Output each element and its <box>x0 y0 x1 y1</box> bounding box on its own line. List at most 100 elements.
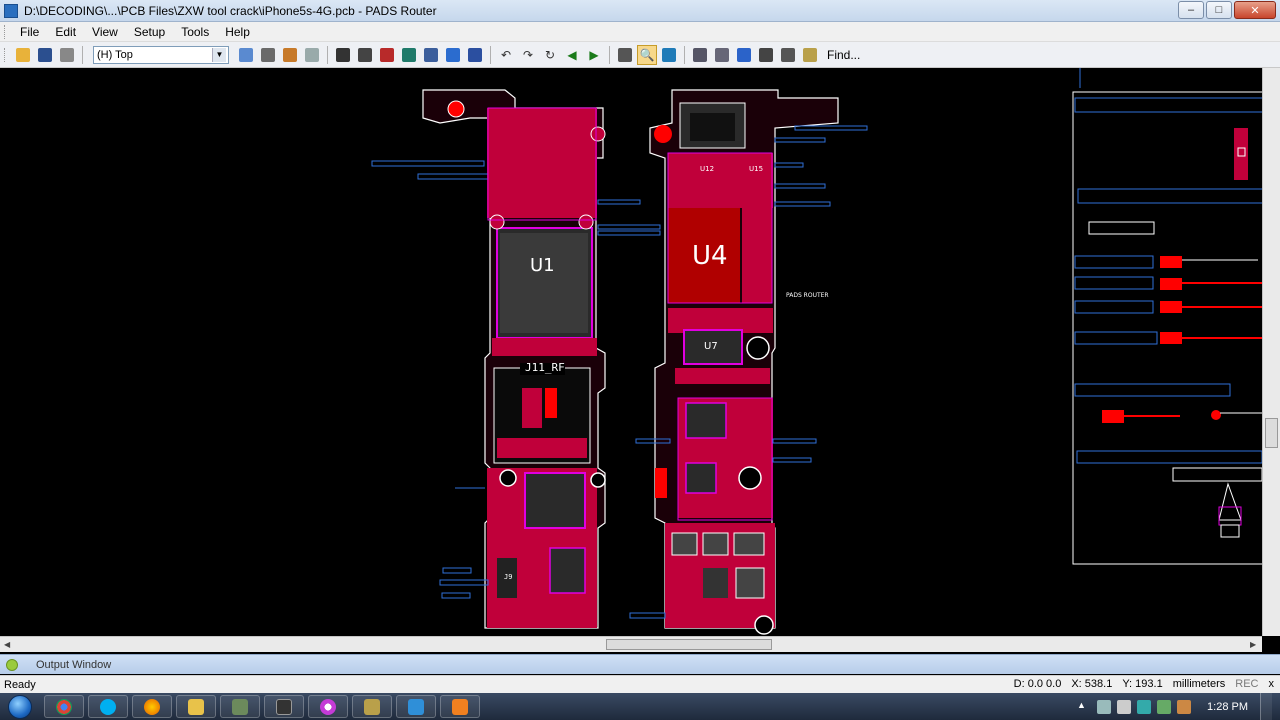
rules-icon <box>380 47 394 62</box>
monitor-icon <box>232 698 248 715</box>
app-icon-orange <box>452 698 468 715</box>
pcb-canvas[interactable]: J11_RF U1 J9 U4 U7 U12 U15 PADS ROUTER <box>0 68 1262 636</box>
pan-button[interactable] <box>734 45 754 65</box>
label-u7: U7 <box>704 341 718 352</box>
taskbar-skype[interactable] <box>88 695 128 718</box>
redraw-icon: ↻ <box>544 47 556 62</box>
tray-app-icon-3[interactable] <box>1177 699 1192 714</box>
label-u15: U15 <box>749 165 763 173</box>
taskbar-chrome[interactable] <box>44 695 84 718</box>
taskbar-zxw[interactable] <box>264 695 304 718</box>
measure-icon <box>618 47 632 62</box>
autoroute-button[interactable] <box>443 45 463 65</box>
close-button[interactable]: ✕ <box>1234 1 1276 19</box>
start-button[interactable] <box>0 693 40 720</box>
extents-button[interactable] <box>712 45 732 65</box>
save-button[interactable] <box>35 45 55 65</box>
volume-icon[interactable] <box>1117 699 1132 714</box>
scroll-right-arrow-icon[interactable]: ▶ <box>1250 640 1256 649</box>
split-view-button[interactable] <box>778 45 798 65</box>
select-button[interactable] <box>333 45 353 65</box>
menu-setup[interactable]: Setup <box>126 25 173 39</box>
menu-file[interactable]: File <box>12 25 47 39</box>
pads-layout-button[interactable] <box>800 45 820 65</box>
split-view-icon <box>781 47 795 62</box>
status-x: X: 538.1 <box>1071 678 1113 690</box>
autoroute-icon <box>446 47 460 62</box>
select-filter-button[interactable] <box>355 45 375 65</box>
show-desktop-button[interactable] <box>1260 693 1272 720</box>
analyze-button[interactable] <box>465 45 485 65</box>
minimize-button[interactable]: – <box>1178 1 1204 19</box>
status-delta: D: 0.0 0.0 <box>1013 678 1062 690</box>
vertical-scrollbar[interactable] <box>1262 68 1280 636</box>
taskbar-firefox[interactable] <box>132 695 172 718</box>
pads-icon <box>803 47 817 62</box>
taskbar-app-1[interactable] <box>220 695 260 718</box>
horizontal-scrollbar[interactable]: ◀ ▶ <box>0 636 1262 652</box>
open-button[interactable] <box>13 45 33 65</box>
status-units: millimeters <box>1172 678 1226 690</box>
measure-button[interactable] <box>615 45 635 65</box>
refresh-icon <box>305 47 319 62</box>
board-left: J11_RF U1 J9 <box>422 89 606 629</box>
find-button[interactable]: Find... <box>827 48 860 62</box>
zoom-window-icon <box>662 47 676 62</box>
window-button[interactable] <box>756 45 776 65</box>
redraw-button[interactable]: ↻ <box>540 45 560 65</box>
menu-help[interactable]: Help <box>217 25 258 39</box>
taskbar-app-2[interactable] <box>396 695 436 718</box>
redo-button[interactable]: ↷ <box>518 45 538 65</box>
windows-taskbar: ▲ 1:28 PM <box>0 693 1280 720</box>
output-window-label[interactable]: Output Window <box>36 659 111 671</box>
layer-select[interactable]: (H) Top ▼ <box>93 45 229 64</box>
menu-edit[interactable]: Edit <box>47 25 84 39</box>
menu-tools[interactable]: Tools <box>173 25 217 39</box>
maximize-button[interactable]: □ <box>1206 1 1232 19</box>
zoom-button[interactable]: 🔍 <box>637 44 657 65</box>
undo-button[interactable]: ↶ <box>496 45 516 65</box>
properties-button[interactable] <box>258 45 278 65</box>
output-window-bar[interactable]: Output Window <box>0 654 1280 674</box>
music-icon <box>320 698 336 715</box>
horizontal-scroll-thumb[interactable] <box>606 639 772 650</box>
chevron-down-icon: ▼ <box>212 47 226 62</box>
taskbar-explorer[interactable] <box>176 695 216 718</box>
redo-icon: ↷ <box>522 47 534 62</box>
taskbar-pads[interactable] <box>352 695 392 718</box>
verify-button[interactable] <box>421 45 441 65</box>
edit-button[interactable] <box>280 45 300 65</box>
pads-app-icon <box>364 698 380 715</box>
menu-view[interactable]: View <box>84 25 126 39</box>
tray-app-icon-2[interactable] <box>1157 699 1172 714</box>
previous-view-button[interactable]: ◀ <box>562 45 582 65</box>
taskbar-app-3[interactable] <box>440 695 480 718</box>
vertical-scroll-thumb[interactable] <box>1265 418 1278 448</box>
title-bar: D:\DECODING\...\PCB Files\ZXW tool crack… <box>0 0 1280 22</box>
taskbar-clock[interactable]: 1:28 PM <box>1207 701 1248 713</box>
list-icon <box>261 47 275 62</box>
refresh-button[interactable] <box>302 45 322 65</box>
design-rules-button[interactable] <box>377 45 397 65</box>
output-window-icon <box>6 658 18 671</box>
route-icon <box>402 47 416 62</box>
next-view-button[interactable]: ▶ <box>584 45 604 65</box>
pencil-icon <box>283 47 297 62</box>
scroll-left-arrow-icon[interactable]: ◀ <box>4 640 10 649</box>
network-icon[interactable] <box>1097 699 1112 714</box>
toolbar-separator <box>490 45 491 64</box>
toolbar-separator <box>327 45 328 64</box>
route-button[interactable] <box>399 45 419 65</box>
tray-expand-icon[interactable]: ▲ <box>1077 700 1091 714</box>
board-view-button[interactable] <box>690 45 710 65</box>
taskbar-itunes[interactable] <box>308 695 348 718</box>
firefox-icon <box>144 698 160 715</box>
zoom-window-button[interactable] <box>659 45 679 65</box>
tray-app-icon[interactable] <box>1137 699 1152 714</box>
print-button[interactable] <box>57 45 77 65</box>
status-close[interactable]: x <box>1267 678 1277 690</box>
menu-grip <box>4 24 8 39</box>
toolbar-separator <box>609 45 610 64</box>
status-y: Y: 193.1 <box>1122 678 1163 690</box>
display-colors-button[interactable] <box>236 45 256 65</box>
